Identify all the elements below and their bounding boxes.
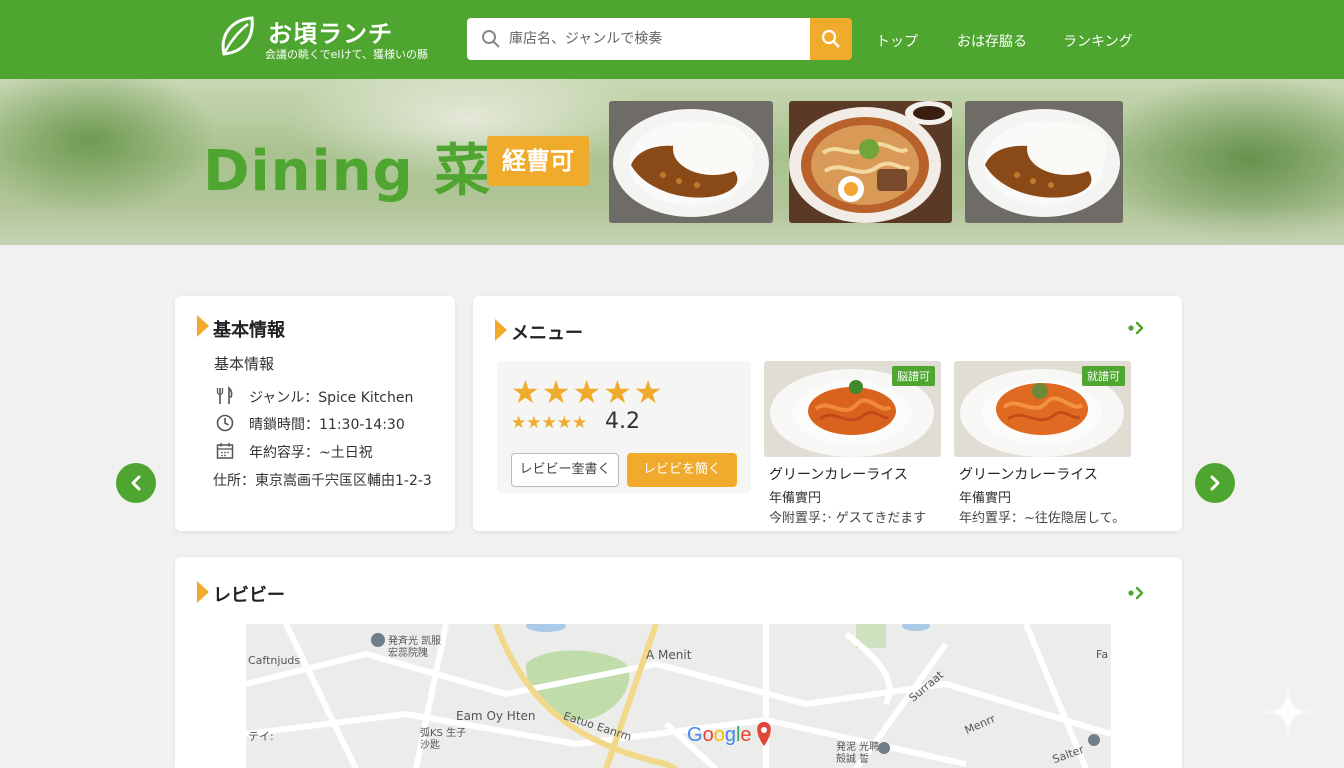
- nav-recommend[interactable]: おは存脇る: [957, 31, 1027, 51]
- site-title[interactable]: お頃ランチ: [268, 14, 393, 49]
- menu-item-note: 今附置孚：· ゲスてきだます: [769, 511, 927, 526]
- calendar-icon: [216, 443, 234, 459]
- chevron-left-icon: [131, 475, 141, 491]
- info-heading: 基本情報: [213, 320, 285, 341]
- menu-tag: 就譜可: [1082, 366, 1125, 386]
- write-review-primary-button[interactable]: レビビを簡く: [627, 453, 737, 487]
- menu-heading: メニュー: [511, 323, 583, 344]
- clock-icon: [216, 414, 234, 432]
- location-map[interactable]: Caftnjuds 発斉光 凯服 宏蕊院隗 A Menit Eam Oy Hten…: [246, 624, 1111, 768]
- map-label: Caftnjuds: [248, 654, 301, 667]
- reviews-card: レビビー Caftnjuds 発斉光 凯服 宏蕊院隗 A Menit Eam O…: [175, 557, 1182, 768]
- map-label: Fa: [1096, 648, 1109, 661]
- chevron-right-icon: [1210, 475, 1220, 491]
- carousel-next-button[interactable]: [1195, 463, 1235, 503]
- menu-item-price: 年備實円: [959, 491, 1012, 506]
- search-icon: [482, 30, 500, 48]
- write-review-button[interactable]: レビビー奎書く: [511, 453, 619, 487]
- hero-photo-curry-2[interactable]: [965, 101, 1123, 223]
- section-marker-icon: [197, 315, 209, 337]
- menu-item-name: グリーンカレーライス: [769, 467, 908, 483]
- info-address: 仕所：東京嵩画千宍匤区輔甶1-2-3: [213, 473, 432, 489]
- rating-value: 4.2: [605, 409, 640, 434]
- info-subheading: 基本情報: [214, 355, 275, 373]
- rating-stars-large: ★★★★★: [511, 373, 665, 411]
- menu-item-price: 年備實円: [769, 491, 822, 506]
- menu-tag: 脳譜可: [892, 366, 935, 386]
- hero-photo-ramen[interactable]: [789, 101, 952, 223]
- menu-more-link[interactable]: [1127, 320, 1149, 340]
- search-input[interactable]: [509, 18, 799, 60]
- leaf-logo-icon[interactable]: [216, 14, 256, 60]
- section-marker-icon: [197, 581, 209, 603]
- map-label: Eam Oy Hten: [456, 709, 536, 723]
- nav-ranking[interactable]: ランキング: [1063, 31, 1133, 51]
- map-provider-logo: Google: [687, 724, 752, 746]
- map-label: 発泥 光聘 殻誠 誓: [836, 742, 880, 765]
- chevron-right-icon: [1128, 586, 1144, 600]
- menu-card: メニュー ★★★★★ ★★★★★ 4.2 レビビー奎書く レビビを簡く 脳譜可 …: [473, 296, 1182, 531]
- hero-photo-curry[interactable]: [609, 101, 773, 223]
- reviews-heading: レビビー: [213, 585, 285, 606]
- search-icon: [821, 29, 840, 48]
- nav-top[interactable]: トップ: [876, 31, 918, 51]
- info-card: 基本情報 基本情報 ジャンル：Spice Kitchen 晴鎖時間：11:30-…: [175, 296, 455, 531]
- fork-knife-icon: [216, 386, 233, 404]
- restaurant-name: Dining 菜: [203, 139, 492, 204]
- rating-stars-small: ★★★★★: [511, 413, 588, 433]
- reviews-more-link[interactable]: [1127, 585, 1149, 605]
- search-button[interactable]: [810, 18, 852, 60]
- site-tagline: 会議の眺くでelけて、獲様いの縣: [265, 48, 428, 61]
- map-label: 弧KS 生子 沙匙: [420, 728, 467, 751]
- carousel-prev-button[interactable]: [116, 463, 156, 503]
- menu-item-note: 年约置孚：~往佐隐居して。: [959, 511, 1126, 526]
- chevron-right-icon: [1128, 321, 1144, 335]
- map-label: 発斉光 凯服 宏蕊院隗: [388, 636, 442, 659]
- section-marker-icon: [495, 319, 507, 341]
- sparkle-icon: [1264, 688, 1312, 736]
- site-header: お頃ランチ 会議の眺くでelけて、獲様いの縣 トップ おは存脇る ランキング: [0, 0, 1344, 79]
- map-label: A Menit: [646, 648, 692, 662]
- search-box: [467, 18, 810, 60]
- hero-banner: Dining 菜 経曹可: [0, 79, 1344, 245]
- rating-summary: ★★★★★ ★★★★★ 4.2 レビビー奎書く レビビを簡く: [497, 361, 751, 493]
- map-label: テイ:: [248, 730, 274, 743]
- status-badge: 経曹可: [487, 136, 589, 186]
- menu-item-name: グリーンカレーライス: [959, 467, 1098, 483]
